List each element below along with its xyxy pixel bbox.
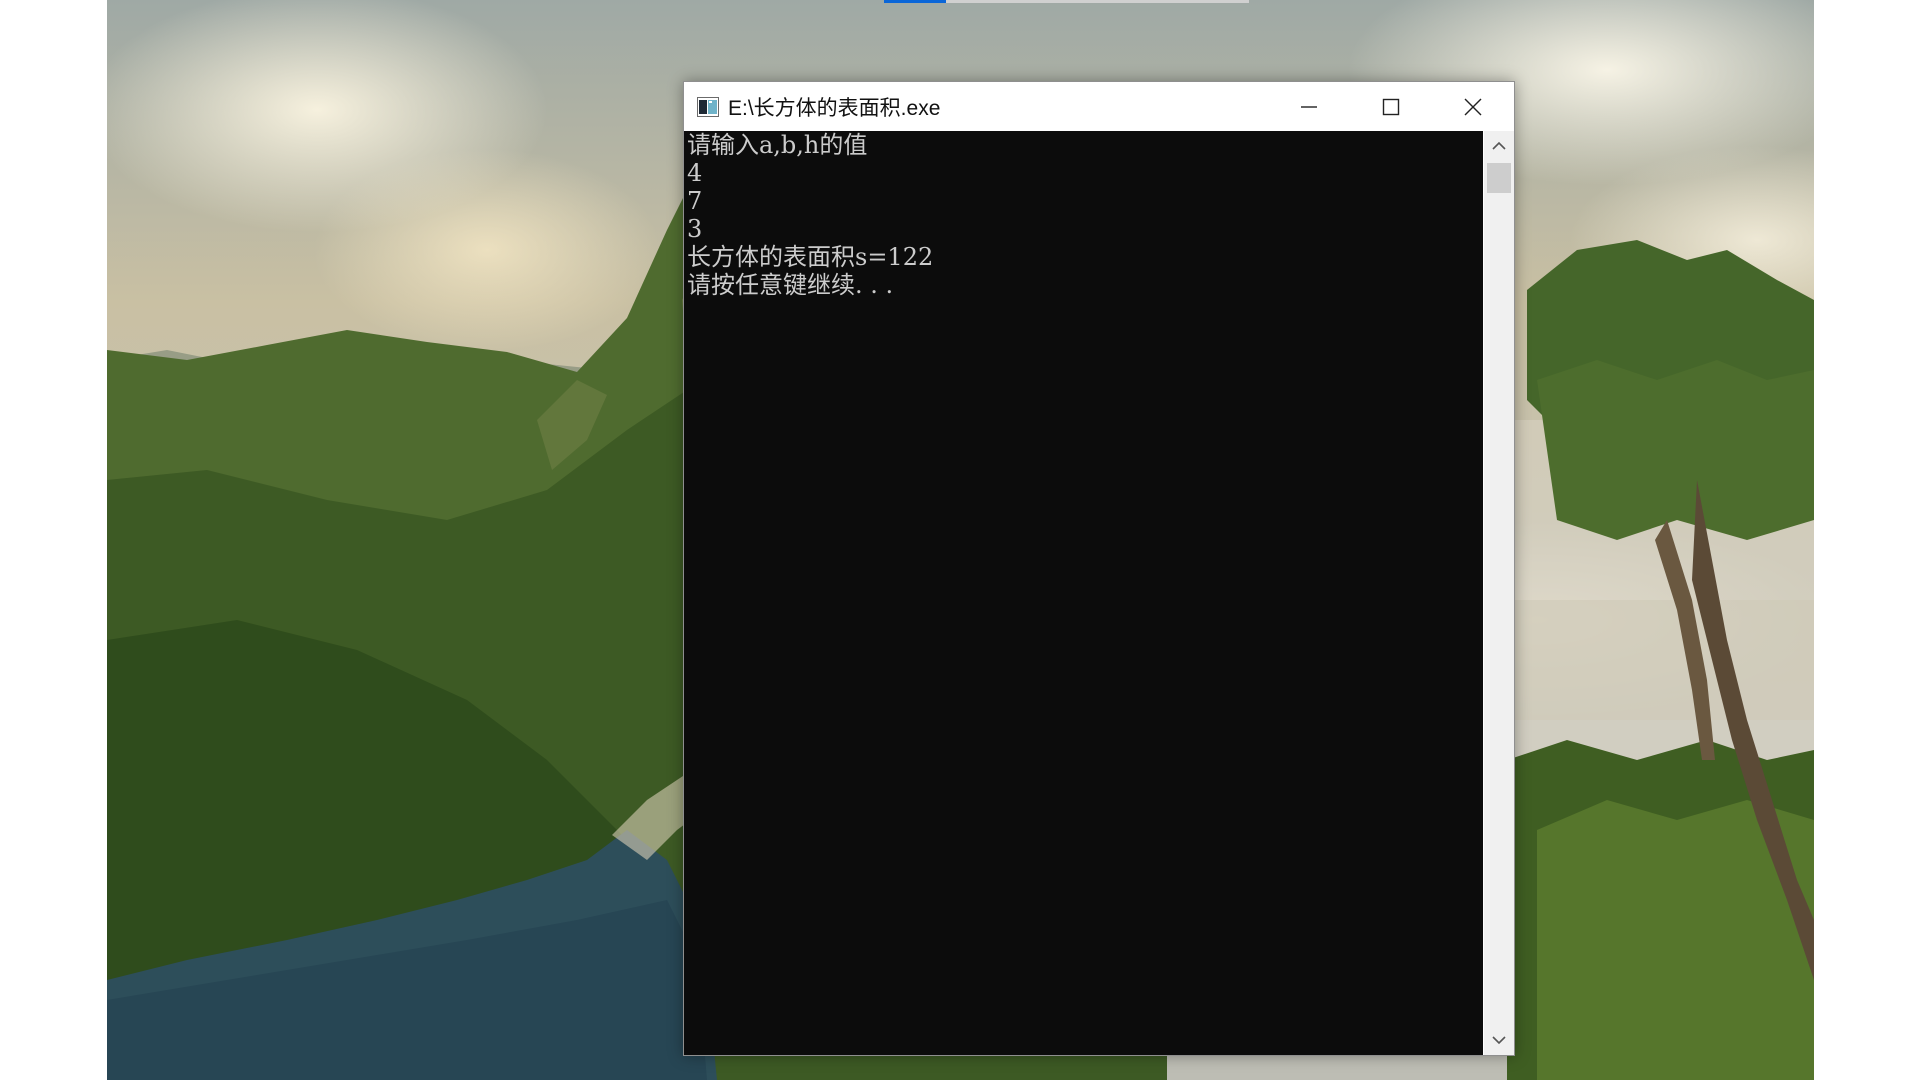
top-progress-bar xyxy=(884,0,1249,3)
console-app-icon xyxy=(696,95,720,119)
scroll-thumb[interactable] xyxy=(1487,163,1511,193)
console-line-input-a: 4 xyxy=(687,159,703,187)
scroll-down-button[interactable] xyxy=(1484,1025,1514,1055)
console-window[interactable]: E:\长方体的表面积.exe 请输入a,b,h的值 4 7 3 长方体的表面积s… xyxy=(683,81,1515,1056)
scroll-up-button[interactable] xyxy=(1484,131,1514,161)
chevron-down-icon xyxy=(1492,1036,1506,1045)
maximize-button[interactable] xyxy=(1350,82,1432,131)
console-line-input-b: 7 xyxy=(687,187,703,215)
title-bar[interactable]: E:\长方体的表面积.exe xyxy=(684,82,1514,131)
maximize-icon xyxy=(1382,98,1400,115)
vertical-scrollbar[interactable] xyxy=(1484,131,1514,1055)
top-progress-fill xyxy=(884,0,947,3)
minimize-button[interactable] xyxy=(1268,82,1350,131)
console-line-result: 长方体的表面积s=122 xyxy=(687,243,934,271)
window-title: E:\长方体的表面积.exe xyxy=(728,96,941,120)
console-line-input-h: 3 xyxy=(687,215,703,243)
chevron-up-icon xyxy=(1492,141,1506,150)
close-button[interactable] xyxy=(1432,82,1514,131)
console-line-prompt: 请输入a,b,h的值 xyxy=(687,131,868,159)
close-icon xyxy=(1464,98,1482,115)
console-line-continue: 请按任意键继续. . . xyxy=(687,271,894,299)
minimize-icon xyxy=(1301,105,1317,108)
console-output[interactable]: 请输入a,b,h的值 4 7 3 长方体的表面积s=122 请按任意键继续. .… xyxy=(684,131,1483,1055)
